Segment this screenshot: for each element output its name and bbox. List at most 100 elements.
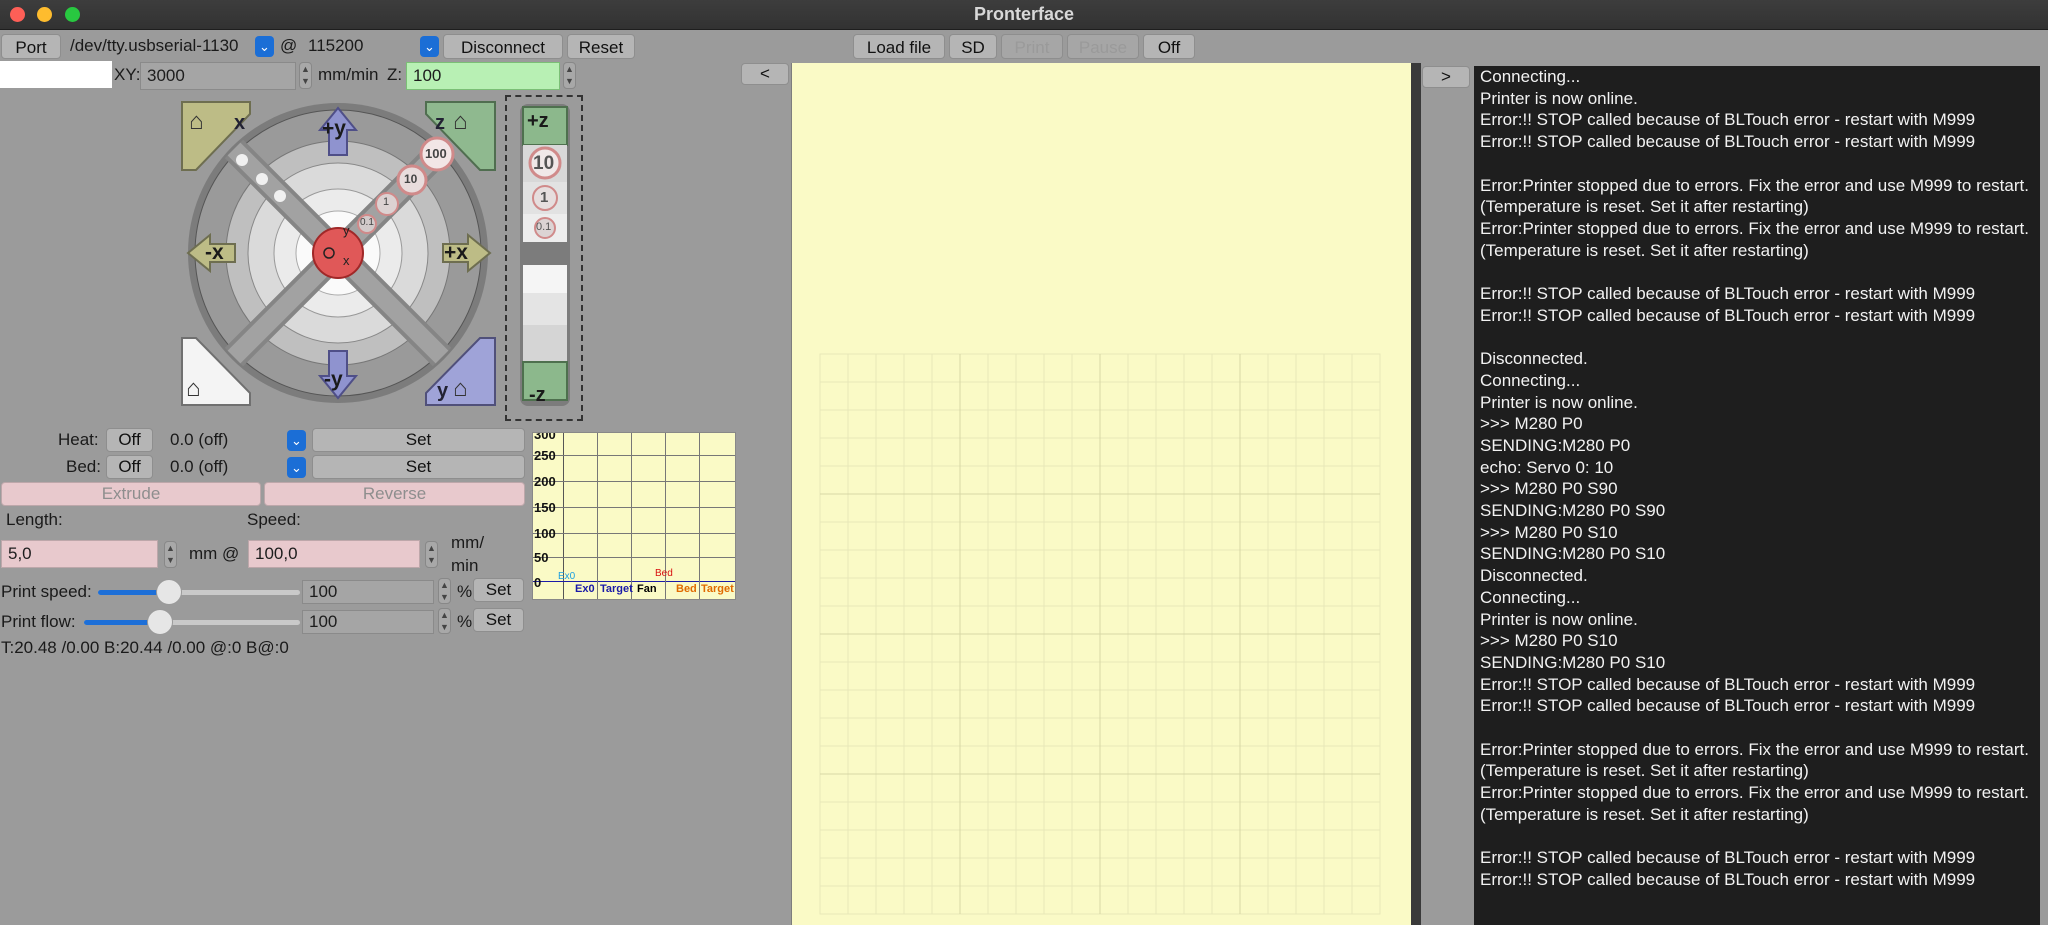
minus-y-label[interactable]: -y xyxy=(324,368,343,392)
log-line: Error:!! STOP called because of BLTouch … xyxy=(1480,132,1976,152)
z-step-01-label[interactable]: 0.1 xyxy=(536,221,551,233)
length-spin-buttons[interactable]: ▲ ▼ xyxy=(164,541,177,568)
log-line: Printer is now online. xyxy=(1480,609,1638,629)
collapse-left-button[interactable]: < xyxy=(741,63,789,85)
graph-tick-100: 100 xyxy=(534,526,556,541)
log-line: Error:!! STOP called because of BLTouch … xyxy=(1480,110,1976,130)
log-line: Error:Printer stopped due to errors. Fix… xyxy=(1480,783,2034,824)
home-y-icon: ⌂ xyxy=(453,375,468,402)
graph-tick-50: 50 xyxy=(534,550,549,565)
print-preview-canvas[interactable] xyxy=(791,63,1411,925)
print-flow-input[interactable]: 100 xyxy=(302,610,434,634)
preview-divider[interactable] xyxy=(1411,63,1421,925)
z-step-1-label[interactable]: 1 xyxy=(540,189,548,206)
step-100-label[interactable]: 100 xyxy=(425,146,447,161)
graph-gridline xyxy=(533,455,735,456)
log-line: SENDING:M280 P0 xyxy=(1480,435,1631,455)
port-button[interactable]: Port xyxy=(1,34,61,59)
extrude-button[interactable]: Extrude xyxy=(1,482,261,506)
print-speed-set-button[interactable]: Set xyxy=(473,578,524,602)
print-flow-label: Print flow: xyxy=(1,612,76,631)
log-line: Connecting... xyxy=(1480,67,1581,86)
graph-gridline xyxy=(533,481,735,482)
chevron-down-icon[interactable]: ⌄ xyxy=(420,36,439,57)
print-flow-slider-knob[interactable] xyxy=(147,609,173,635)
feed-unit-label: mm/min xyxy=(318,65,379,84)
minus-x-label[interactable]: -x xyxy=(205,241,224,265)
home-x-label: x xyxy=(234,112,246,134)
chevron-down-icon[interactable]: ⌄ xyxy=(287,457,306,478)
heat-set-button[interactable]: Set xyxy=(312,428,525,452)
chevron-down-icon[interactable]: ⌄ xyxy=(255,36,274,57)
print-speed-input[interactable]: 100 xyxy=(302,580,434,604)
speed-label: Speed: xyxy=(247,510,301,529)
graph-tick-200: 200 xyxy=(534,474,556,489)
baud-select[interactable]: 115200 xyxy=(308,36,418,56)
pause-button[interactable]: Pause xyxy=(1067,34,1139,59)
reset-button[interactable]: Reset xyxy=(567,34,635,59)
bed-select[interactable]: 0.0 (off) xyxy=(170,457,228,477)
step-10-label[interactable]: 10 xyxy=(404,172,417,186)
z-step-10-label[interactable]: 10 xyxy=(533,153,554,175)
speed-spin-buttons[interactable]: ▲ ▼ xyxy=(425,541,438,568)
off-button[interactable]: Off xyxy=(1143,34,1195,59)
bed-off-button[interactable]: Off xyxy=(106,455,153,479)
graph-gridline xyxy=(533,533,735,534)
xy-feedrate-input[interactable]: 3000 xyxy=(140,62,296,90)
port-select[interactable]: /dev/tty.usbserial-1130 xyxy=(70,36,256,56)
chevron-down-icon[interactable]: ⌄ xyxy=(287,430,306,451)
step-01-label[interactable]: 0.1 xyxy=(360,217,374,228)
print-button[interactable]: Print xyxy=(1001,34,1063,59)
print-speed-percent: % xyxy=(457,582,473,601)
mm-at-label: mm @ xyxy=(189,544,240,563)
heat-select[interactable]: 0.0 (off) xyxy=(170,430,228,450)
bed-set-button[interactable]: Set xyxy=(312,455,525,479)
z-spin-buttons[interactable]: ▲ ▼ xyxy=(563,62,576,89)
home-y-label: y xyxy=(437,380,449,402)
preview-grid xyxy=(819,353,1381,915)
log-line: Error:!! STOP called because of BLTouch … xyxy=(1480,284,1976,303)
blank-field xyxy=(0,61,112,88)
z-jog-control[interactable] xyxy=(518,102,572,410)
load-file-button[interactable]: Load file xyxy=(853,34,945,59)
log-line: >>> M280 P0 S10 xyxy=(1480,522,1618,542)
print-speed-spin[interactable]: ▲ ▼ xyxy=(438,578,451,604)
log-line: Error:Printer stopped due to errors. Fix… xyxy=(1480,739,2034,781)
graph-tick-150: 150 xyxy=(534,500,556,515)
minus-z-label[interactable]: -z xyxy=(529,384,546,407)
bed-label: Bed: xyxy=(66,457,101,476)
z-feedrate-input[interactable]: 100 xyxy=(406,62,560,90)
xy-step-dot xyxy=(256,173,268,185)
temperature-status: T:20.48 /0.00 B:20.44 /0.00 @:0 B@:0 xyxy=(1,638,289,657)
log-line: Disconnected. xyxy=(1480,566,1588,586)
console-log[interactable]: Connecting... Printer is now online. Error… xyxy=(1474,66,2040,925)
print-flow-spin[interactable]: ▲ ▼ xyxy=(438,608,451,634)
log-line: >>> M280 P0 S90 xyxy=(1480,479,1618,499)
speed-input[interactable]: 100,0 xyxy=(248,540,420,568)
plus-x-label[interactable]: +x xyxy=(444,241,468,265)
plus-y-label[interactable]: +y xyxy=(322,117,346,141)
graph-legend-bed: Bed xyxy=(676,583,697,595)
speed-unit-bottom: min xyxy=(451,556,479,575)
length-input[interactable]: 5,0 xyxy=(1,540,158,568)
log-line: Connecting... xyxy=(1480,370,1581,390)
collapse-right-button[interactable]: > xyxy=(1422,66,1470,88)
length-label: Length: xyxy=(6,510,63,529)
print-flow-set-button[interactable]: Set xyxy=(473,608,524,632)
plus-z-label[interactable]: +z xyxy=(527,110,549,133)
print-speed-slider-knob[interactable] xyxy=(156,579,182,605)
home-all-icon: ⌂ xyxy=(186,375,201,402)
disconnect-button[interactable]: Disconnect xyxy=(443,34,563,59)
sd-button[interactable]: SD xyxy=(949,34,997,59)
reverse-button[interactable]: Reverse xyxy=(264,482,525,506)
step-1-label[interactable]: 1 xyxy=(383,196,389,208)
heat-off-button[interactable]: Off xyxy=(106,428,153,452)
title-bar: Pronterface xyxy=(0,0,2048,30)
log-line: Disconnected. xyxy=(1480,349,1588,369)
graph-gridline xyxy=(699,433,700,599)
log-line: Error:Printer stopped due to errors. Fix… xyxy=(1480,218,2034,260)
print-speed-label: Print speed: xyxy=(1,582,92,601)
graph-tick-0: 0 xyxy=(534,575,542,590)
xy-spin-buttons[interactable]: ▲ ▼ xyxy=(299,62,312,89)
